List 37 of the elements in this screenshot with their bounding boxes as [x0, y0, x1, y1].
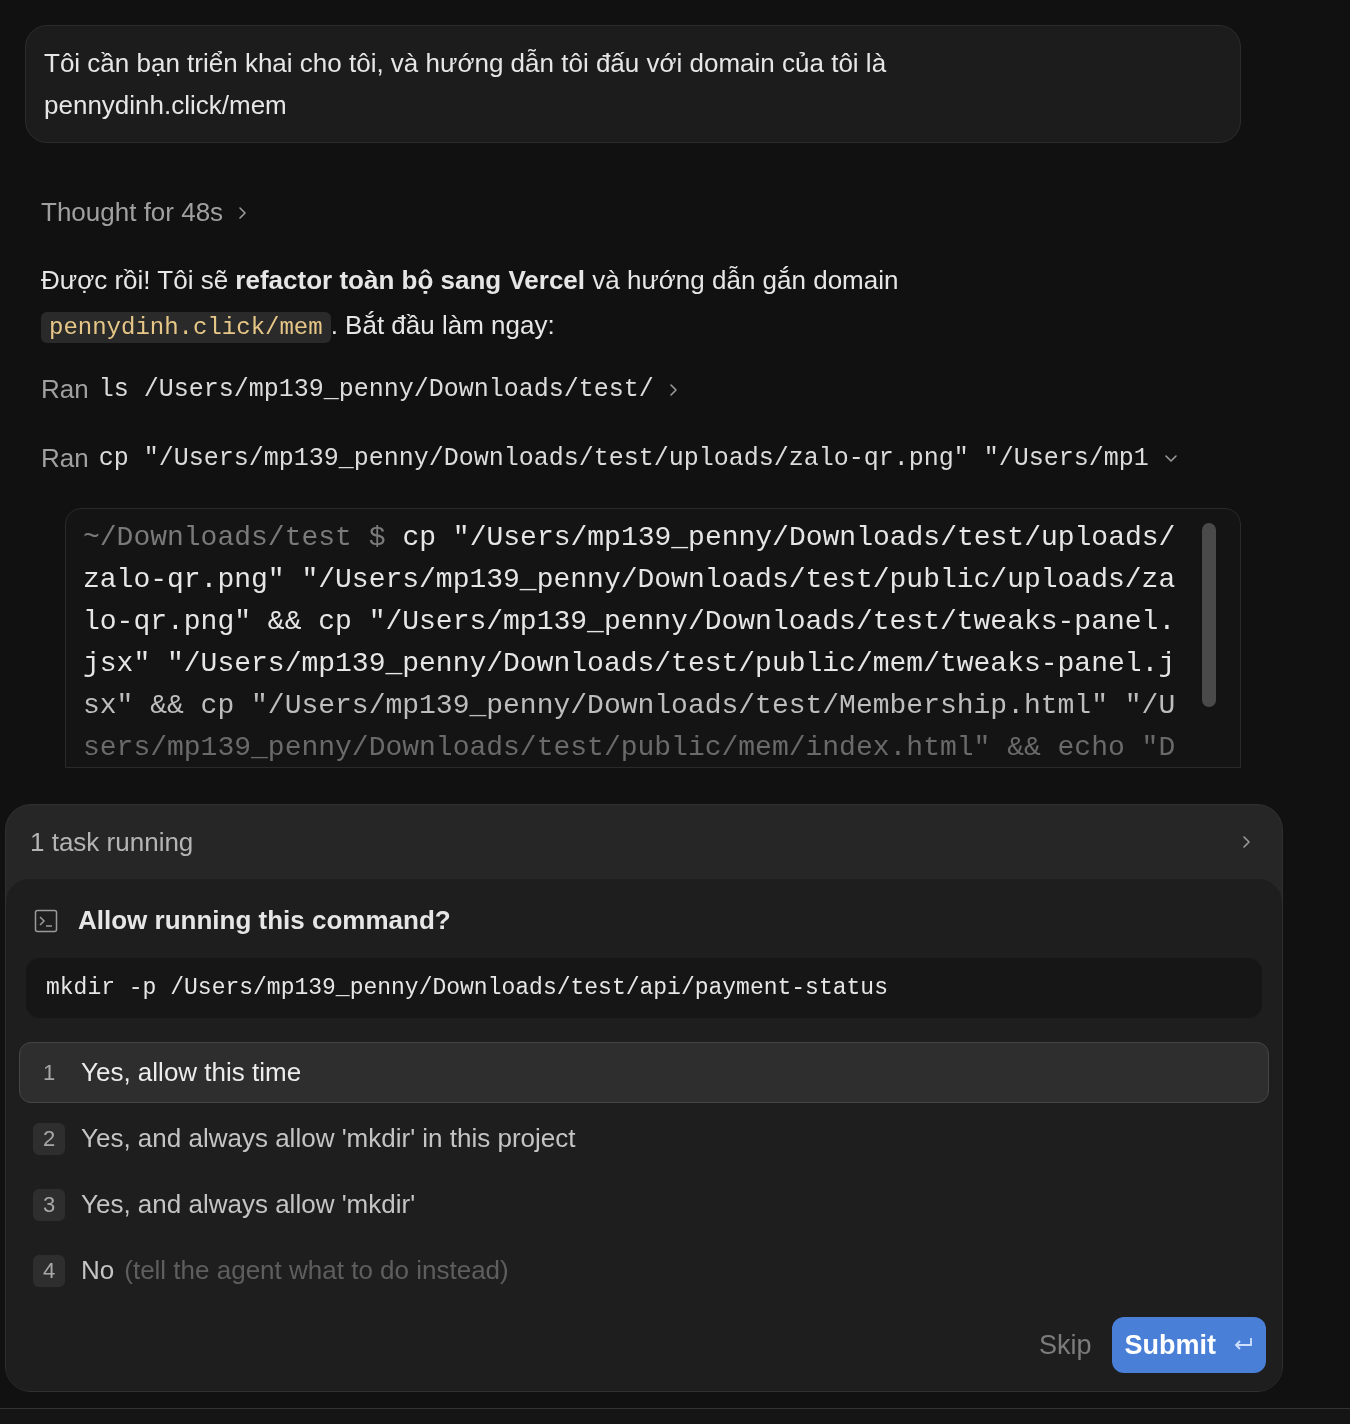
option-label: Yes, allow this time	[81, 1056, 302, 1089]
terminal-icon	[34, 908, 58, 933]
thought-toggle[interactable]: Thought for 48s	[41, 193, 247, 232]
option-row[interactable]: 2 Yes, and always allow 'mkdir' in this project	[19, 1108, 1269, 1169]
terminal-line: jsx" "/Users/mp139_penny/Downloads/test/public/mem/tweaks-panel.j	[83, 647, 1176, 681]
terminal-line: cp "/Users/mp139_penny/Downloads/test/uploads/	[402, 521, 1176, 555]
option-label: No	[81, 1254, 115, 1287]
chevron-down-icon	[1164, 455, 1177, 462]
skip-button[interactable]: Skip	[1038, 1324, 1092, 1366]
command-box: mkdir -p /Users/mp139_penny/Downloads/test/api/payment-status	[26, 958, 1262, 1018]
terminal-line: lo-qr.png" && cp "/Users/mp139_penny/Downloads/test/tweaks-panel.	[83, 605, 1176, 639]
option-label: Yes, and always allow 'mkdir'	[81, 1188, 416, 1221]
message-text: . Bắt đầu làm ngay:	[330, 310, 555, 340]
option-row[interactable]: 3 Yes, and always allow 'mkdir'	[19, 1174, 1269, 1235]
terminal-line: sx" && cp "/Users/mp139_penny/Downloads/test/Membership.html" "/U	[83, 689, 1176, 723]
option-number: 3	[33, 1188, 65, 1221]
message-text: Được rồi! Tôi sẽ refactor toàn bộ sang Vercel và hướng dẫn gắn domain	[41, 265, 899, 295]
option-label: Yes, and always allow 'mkdir' in this project	[81, 1122, 576, 1155]
inline-code: pennydinh.click/mem	[41, 312, 331, 343]
chevron-right-icon	[669, 383, 677, 396]
terminal-line: sers/mp139_penny/Downloads/test/public/mem/index.html" && echo "D	[83, 731, 1176, 765]
tasks-header[interactable]: 1 task running	[6, 805, 1282, 879]
option-hint: (tell the agent what to do instead)	[124, 1254, 509, 1287]
chevron-right-icon	[1243, 836, 1250, 848]
option-number: 4	[33, 1254, 65, 1287]
option-row[interactable]: 1 Yes, allow this time	[19, 1042, 1269, 1103]
option-number: 2	[33, 1122, 65, 1155]
scrollbar[interactable]	[1202, 523, 1216, 707]
user-message: Tôi cần bạn triển khai cho tôi, và hướng dẫn tôi đấu với domain của tôi là pennydinh.click/mem	[44, 47, 888, 122]
option-row[interactable]: 4 No (tell the agent what to do instead)	[19, 1240, 1269, 1301]
terminal-prompt: ~/Downloads/test $	[83, 521, 386, 555]
tool-call-row[interactable]: Ran ls /Users/mp139_penny/Downloads/test/	[41, 370, 677, 409]
tool-call-row[interactable]: Ran cp "/Users/mp139_penny/Downloads/test/uploads/zalo-qr.png" "/Users/mp1	[41, 439, 1177, 478]
chevron-right-icon	[239, 206, 247, 219]
submit-button[interactable]: Submit	[1111, 1317, 1266, 1373]
permission-title: Allow running this command?	[78, 904, 451, 937]
terminal-line: zalo-qr.png" "/Users/mp139_penny/Downloads/test/public/uploads/za	[83, 563, 1176, 597]
